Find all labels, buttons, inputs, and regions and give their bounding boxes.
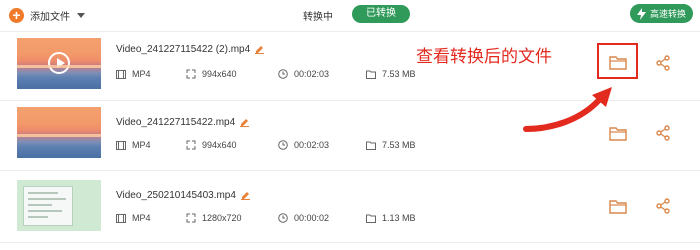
- add-files-button[interactable]: + 添加文件: [9, 6, 85, 24]
- clock-icon: [278, 213, 288, 223]
- film-icon: [116, 140, 126, 150]
- tab-converted[interactable]: 已转换: [352, 5, 410, 23]
- lightning-icon: [636, 7, 646, 20]
- file-name: Video_241227115422.mp4: [116, 117, 236, 128]
- thumbnail-window: [23, 186, 73, 226]
- open-folder-button[interactable]: [607, 196, 629, 216]
- size-meta: 1.13 MB: [366, 213, 416, 223]
- film-icon: [116, 213, 126, 223]
- clock-icon: [278, 69, 288, 79]
- resolution-meta: 994x640: [186, 140, 237, 150]
- resize-icon: [186, 69, 196, 79]
- annotation-text: 查看转换后的文件: [416, 47, 552, 66]
- resolution-value: 994x640: [202, 69, 237, 79]
- format-meta: MP4: [116, 140, 151, 150]
- format-meta: MP4: [116, 213, 151, 223]
- arrow-icon: [523, 87, 612, 132]
- file-row[interactable]: Video_250210145403.mp4 MP4 1280x720 00:0…: [0, 176, 700, 240]
- video-thumbnail[interactable]: [17, 38, 101, 89]
- resize-icon: [186, 140, 196, 150]
- resolution-value: 1280x720: [202, 213, 242, 223]
- format-value: MP4: [132, 140, 151, 150]
- add-files-label: 添加文件: [30, 11, 70, 23]
- share-button[interactable]: [654, 53, 672, 73]
- edit-icon[interactable]: [255, 45, 265, 54]
- format-value: MP4: [132, 69, 151, 79]
- row-divider: [0, 242, 700, 243]
- fast-convert-button[interactable]: 高速转换: [630, 4, 693, 23]
- file-name-wrap: Video_250210145403.mp4: [116, 190, 250, 201]
- resolution-meta: 994x640: [186, 69, 237, 79]
- folder-size-icon: [366, 141, 376, 150]
- duration-meta: 00:02:03: [278, 140, 329, 150]
- size-value: 1.13 MB: [382, 213, 416, 223]
- duration-meta: 00:00:02: [278, 213, 329, 223]
- resolution-value: 994x640: [202, 140, 237, 150]
- size-value: 7.53 MB: [382, 140, 416, 150]
- duration-value: 00:00:02: [294, 213, 330, 223]
- folder-size-icon: [366, 70, 376, 79]
- fast-convert-label: 高速转换: [649, 9, 686, 19]
- share-button[interactable]: [654, 123, 672, 143]
- size-meta: 7.53 MB: [366, 69, 416, 79]
- file-name-wrap: Video_241227115422 (2).mp4: [116, 44, 265, 55]
- file-name-wrap: Video_241227115422.mp4: [116, 117, 250, 128]
- resolution-meta: 1280x720: [186, 213, 242, 223]
- edit-icon[interactable]: [240, 191, 250, 200]
- duration-value: 00:02:03: [294, 140, 330, 150]
- share-icon: [656, 55, 670, 71]
- resize-icon: [186, 213, 196, 223]
- video-thumbnail[interactable]: [17, 107, 101, 158]
- clock-icon: [278, 140, 288, 150]
- film-icon: [116, 69, 126, 79]
- duration-value: 00:02:03: [294, 69, 330, 79]
- tab-converting[interactable]: 转换中: [303, 8, 333, 23]
- edit-icon[interactable]: [240, 118, 250, 127]
- size-meta: 7.53 MB: [366, 140, 416, 150]
- share-icon: [656, 125, 670, 141]
- format-meta: MP4: [116, 69, 151, 79]
- file-name: Video_250210145403.mp4: [116, 190, 236, 201]
- play-icon[interactable]: [48, 52, 70, 74]
- size-value: 7.53 MB: [382, 69, 416, 79]
- video-thumbnail[interactable]: [17, 180, 101, 231]
- folder-icon: [609, 199, 627, 214]
- row-divider: [0, 170, 700, 171]
- plus-icon: +: [9, 7, 24, 23]
- format-value: MP4: [132, 213, 151, 223]
- folder-size-icon: [366, 214, 376, 223]
- duration-meta: 00:02:03: [278, 69, 329, 79]
- caret-down-icon[interactable]: [77, 12, 85, 18]
- share-icon: [656, 198, 670, 214]
- annotation-highlight-box: [597, 43, 638, 79]
- file-name: Video_241227115422 (2).mp4: [116, 44, 251, 55]
- toolbar: + 添加文件 转换中 已转换 高速转换: [0, 0, 700, 30]
- share-button[interactable]: [654, 196, 672, 216]
